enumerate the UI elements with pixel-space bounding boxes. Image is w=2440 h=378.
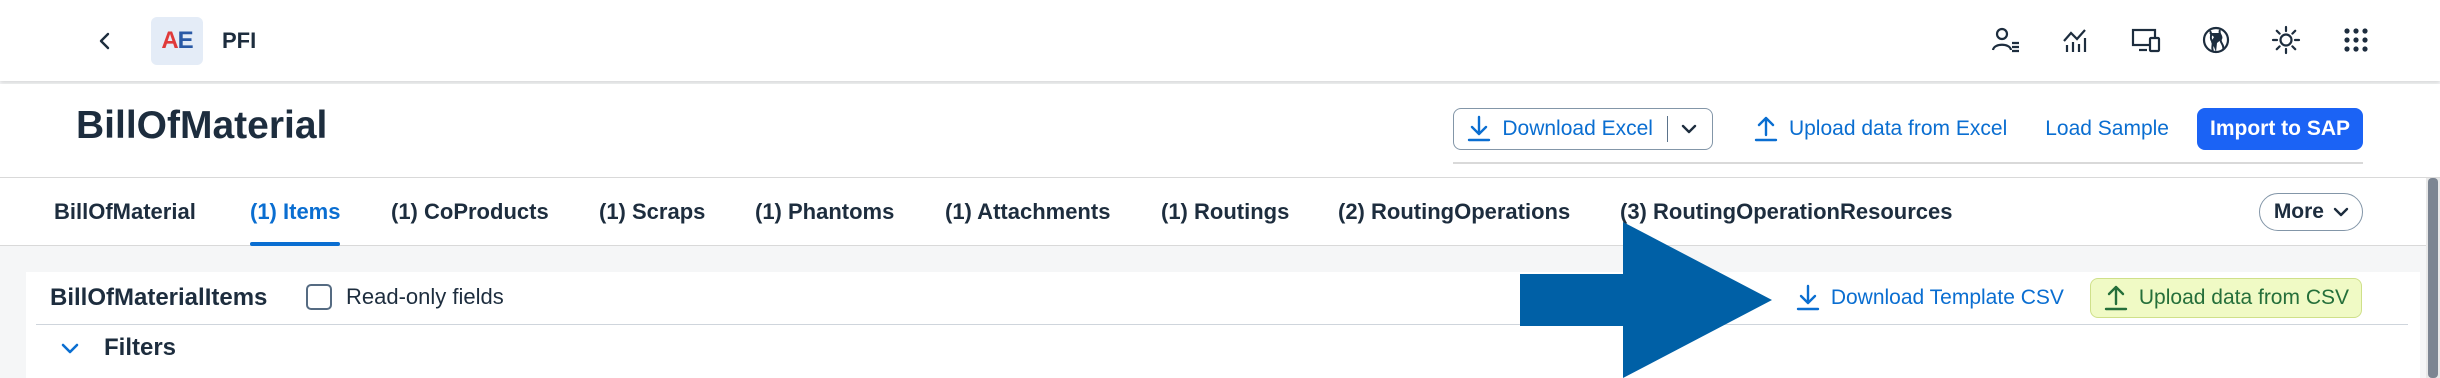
filters-toggle[interactable]: Filters [60,334,176,362]
upload-icon [2104,285,2128,311]
tab-phantoms[interactable]: (1) Phantoms [755,178,894,246]
app-grid-icon[interactable] [2338,22,2374,58]
tab-items[interactable]: (1) Items [250,178,341,246]
chevron-down-icon[interactable] [1680,120,1698,138]
header-divider [1453,162,2363,164]
tab-routings[interactable]: (1) Routings [1161,178,1289,246]
scrollbar-thumb[interactable] [2428,178,2438,378]
shell-bar: AE PFI [0,0,2440,81]
back-button[interactable] [88,24,122,58]
app-logo[interactable]: AE [151,17,203,65]
download-excel-label: Download Excel [1502,117,1653,140]
tab-coproducts[interactable]: (1) CoProducts [391,178,549,246]
panel-divider [36,324,2408,325]
chevron-left-icon [99,32,110,50]
vertical-scrollbar[interactable] [2426,178,2440,378]
load-sample-button[interactable]: Load Sample [2033,108,2181,150]
user-list-icon[interactable] [1988,22,2024,58]
split-separator [1666,116,1668,142]
items-panel: BillOfMaterialItems Read-only fields Dow… [26,272,2420,378]
chevron-down-icon [2333,207,2349,217]
upload-icon [1754,116,1778,142]
filters-label: Filters [104,334,177,361]
readonly-label: Read-only fields [346,284,504,309]
tab-attachments[interactable]: (1) Attachments [945,178,1110,246]
annotation-arrow [1520,222,1772,378]
panel-title: BillOfMaterialItems [50,284,268,311]
upload-csv-button[interactable]: Upload data from CSV [2089,278,2362,318]
app-title[interactable]: PFI [222,28,256,54]
tab-scraps[interactable]: (1) Scraps [599,178,705,246]
globe-icon[interactable] [2198,22,2234,58]
readonly-checkbox[interactable]: Read-only fields [306,284,504,310]
more-tabs-button[interactable]: More [2258,193,2363,231]
upload-excel-label: Upload data from Excel [1788,117,2008,140]
chevron-down-icon [61,343,79,354]
checkbox-box[interactable] [306,284,332,310]
header-actions: Download Excel Upload data from Excel Lo… [1453,108,2363,150]
tab-bar: BillOfMaterial (1) Items (1) CoProducts … [0,178,2440,246]
download-icon [1468,115,1491,142]
download-template-csv-label: Download Template CSV [1830,286,2064,309]
shell-actions [1988,22,2374,58]
panel-actions: Download Template CSV Upload data from C… [1783,278,2362,318]
page-header: BillOfMaterial Download Excel Upload dat… [0,84,2440,178]
import-to-sap-button[interactable]: Import to SAP [2197,108,2363,150]
devices-icon[interactable] [2128,22,2164,58]
upload-csv-label: Upload data from CSV [2138,286,2349,309]
download-template-csv-button[interactable]: Download Template CSV [1783,278,2076,318]
download-icon [1796,284,1820,311]
upload-excel-button[interactable]: Upload data from Excel [1741,108,2019,150]
theme-brightness-icon[interactable] [2268,22,2304,58]
page-title: BillOfMaterial [76,104,328,147]
more-label: More [2273,200,2324,223]
activity-chart-icon[interactable] [2058,22,2094,58]
tab-billofmaterial[interactable]: BillOfMaterial [54,178,196,246]
download-excel-button[interactable]: Download Excel [1453,108,1713,150]
